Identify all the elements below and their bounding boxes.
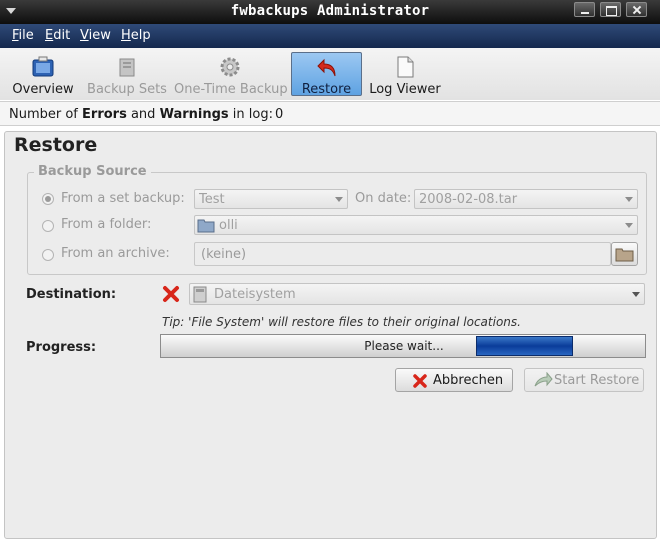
- close-button[interactable]: [626, 2, 647, 17]
- toolbar-restore-button[interactable]: Restore: [291, 52, 362, 97]
- destination-label: Destination:: [26, 287, 117, 302]
- log-status-text: Number of Errors and Warnings in log:: [9, 107, 273, 122]
- menu-bar: File Edit View Help: [0, 24, 660, 48]
- toolbar-one-time-backup-button[interactable]: One-Time Backup: [174, 52, 288, 97]
- home-folder-icon: [197, 219, 215, 233]
- start-arrow-icon: [534, 372, 553, 387]
- menu-help[interactable]: Help: [121, 28, 151, 43]
- backup-source-legend: Backup Source: [34, 164, 151, 179]
- folder-select-value: olli: [219, 218, 238, 233]
- backup-sets-icon: [119, 58, 135, 77]
- toolbar-backup-sets-label: Backup Sets: [87, 82, 167, 97]
- destination-select[interactable]: Dateisystem: [189, 283, 645, 305]
- toolbar-one-time-backup-label: One-Time Backup: [174, 82, 288, 97]
- on-date-label: On date:: [355, 191, 412, 206]
- toolbar-overview-label: Overview: [12, 82, 74, 97]
- destination-select-value: Dateisystem: [214, 287, 296, 302]
- menu-view[interactable]: View: [80, 28, 111, 43]
- minimize-button[interactable]: [574, 2, 595, 17]
- title-bar: fwbackups Administrator: [0, 0, 660, 24]
- restore-panel: Restore Backup Source From a set backup:…: [4, 131, 657, 539]
- browse-archive-button[interactable]: [611, 242, 638, 266]
- from-folder-radio[interactable]: [42, 220, 54, 232]
- toolbar-log-viewer-button[interactable]: Log Viewer: [368, 52, 442, 97]
- archive-path-field[interactable]: (keine): [194, 242, 611, 266]
- from-archive-label: From an archive:: [61, 246, 170, 261]
- cancel-x-icon: [413, 374, 427, 388]
- toolbar: Overview Backup Sets One-Time Backup Res…: [0, 48, 660, 100]
- filesystem-icon: [193, 286, 207, 303]
- page-title: Restore: [14, 134, 98, 156]
- error-x-icon: [163, 286, 179, 302]
- chevron-down-icon: [335, 197, 343, 202]
- overview-icon: [32, 56, 54, 77]
- toolbar-log-viewer-label: Log Viewer: [369, 82, 441, 97]
- archive-path-value: (keine): [201, 247, 247, 262]
- restore-progress-bar: Please wait...: [160, 334, 646, 358]
- start-restore-button[interactable]: Start Restore: [524, 368, 644, 392]
- progress-pulse: [476, 336, 573, 356]
- undo-arrow-icon: [316, 58, 335, 77]
- gear-icon: [220, 57, 240, 77]
- chevron-down-icon: [625, 197, 633, 202]
- set-select-value: Test: [199, 192, 225, 207]
- date-select-value: 2008-02-08.tar: [419, 192, 518, 207]
- log-status-line: Number of Errors and Warnings in log: 0: [0, 101, 660, 126]
- window-title: fwbackups Administrator: [230, 3, 430, 19]
- from-set-radio[interactable]: [42, 193, 54, 205]
- cancel-button-label: Abbrechen: [433, 373, 504, 388]
- cancel-button[interactable]: Abbrechen: [395, 368, 513, 392]
- menu-edit[interactable]: Edit: [45, 28, 70, 43]
- menu-file[interactable]: File: [12, 28, 34, 43]
- from-archive-radio[interactable]: [42, 249, 54, 261]
- from-folder-label: From a folder:: [61, 217, 152, 232]
- chevron-down-icon: [625, 223, 633, 228]
- folder-icon: [615, 248, 634, 262]
- toolbar-restore-label: Restore: [301, 82, 352, 97]
- start-restore-button-label: Start Restore: [554, 373, 640, 388]
- progress-text: Please wait...: [364, 339, 444, 353]
- from-set-label: From a set backup:: [61, 191, 185, 206]
- maximize-button[interactable]: [600, 2, 621, 17]
- progress-label: Progress:: [26, 340, 97, 355]
- chevron-down-icon: [632, 292, 640, 297]
- log-status-count: 0: [275, 107, 284, 122]
- folder-select[interactable]: olli: [194, 215, 638, 235]
- document-icon: [397, 56, 414, 78]
- destination-tip: Tip: 'File System' will restore files to…: [162, 315, 521, 329]
- set-select[interactable]: Test: [194, 189, 348, 209]
- toolbar-backup-sets-button[interactable]: Backup Sets: [87, 52, 167, 97]
- toolbar-overview-button[interactable]: Overview: [8, 52, 78, 97]
- date-select[interactable]: 2008-02-08.tar: [414, 189, 638, 209]
